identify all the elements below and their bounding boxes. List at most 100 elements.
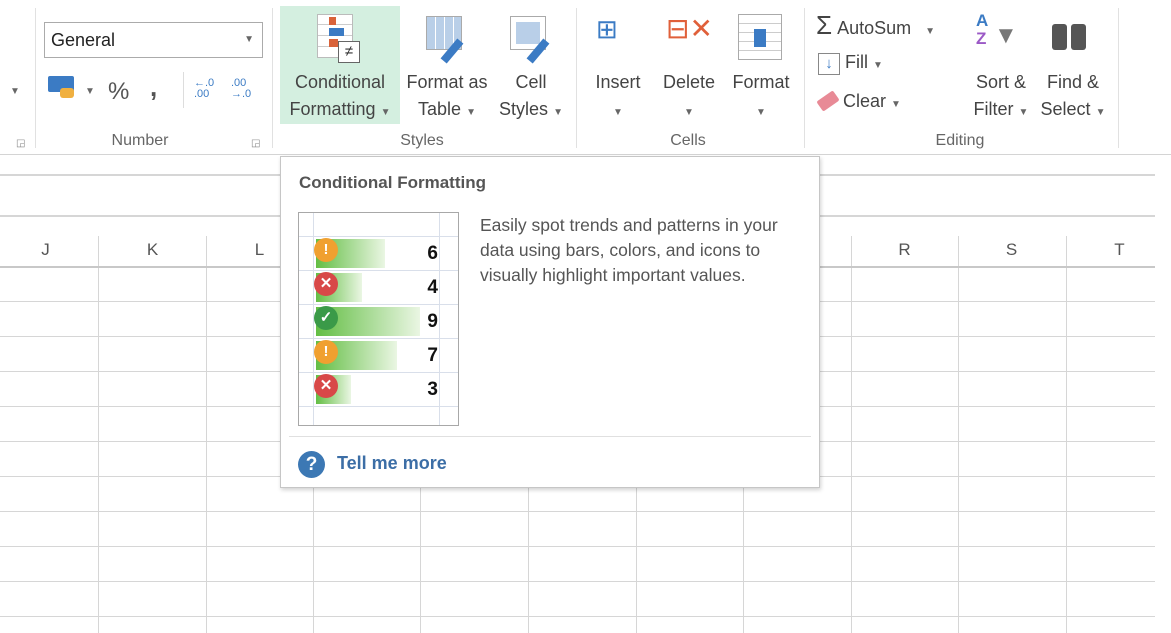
number-format-combo[interactable]: General ▼ bbox=[44, 22, 263, 58]
conditional-formatting-icon: ≠ bbox=[317, 14, 360, 63]
find-select-label: Find & bbox=[1046, 72, 1100, 92]
warning-icon: ! bbox=[314, 238, 338, 262]
insert-cells-icon: ⊞ bbox=[596, 14, 618, 44]
chevron-down-icon: ▼ bbox=[756, 107, 766, 118]
chevron-down-icon: ▼ bbox=[891, 99, 901, 110]
chevron-down-icon: ▼ bbox=[466, 107, 476, 118]
chevron-down-icon: ▼ bbox=[553, 107, 563, 118]
dialog-launcher-icon[interactable]: ◲ bbox=[16, 138, 25, 149]
editing-group-label: Editing bbox=[935, 132, 985, 149]
format-cells-icon bbox=[738, 14, 782, 60]
chevron-down-icon: ▼ bbox=[1095, 107, 1106, 118]
preview-value: 4 bbox=[427, 277, 438, 298]
column-header-k[interactable]: K bbox=[99, 240, 206, 260]
conditional-formatting-button[interactable]: ≠ Conditional Formatting ▼ bbox=[280, 6, 400, 124]
number-format-value: General bbox=[51, 30, 116, 50]
column-header-s[interactable]: S bbox=[958, 240, 1065, 260]
tooltip-title: Conditional Formatting bbox=[299, 173, 486, 192]
fill-button[interactable]: ↓ Fill ▼ bbox=[818, 52, 883, 75]
delete-label: Delete bbox=[662, 72, 716, 92]
autosum-label: AutoSum bbox=[837, 18, 912, 38]
sort-filter-icon: AZ bbox=[976, 11, 989, 48]
check-icon: ✓ bbox=[314, 306, 338, 330]
cells-group-label: Cells bbox=[670, 132, 706, 149]
cell-styles-label: Cell bbox=[515, 72, 547, 92]
format-as-table-label-2: Table bbox=[418, 99, 462, 119]
ribbon: ▼ ◲ General ▼ ▼ % , ←.0 .00 .00 →.0 Numbe… bbox=[0, 0, 1171, 155]
preview-row: ✕ 4 bbox=[299, 270, 458, 304]
format-cells-button[interactable]: Format ▼ bbox=[726, 6, 796, 124]
column-divider bbox=[98, 236, 99, 633]
preview-row: ✕ 3 bbox=[299, 372, 458, 406]
clear-button[interactable]: Clear ▼ bbox=[816, 90, 901, 112]
find-select-label-2: Select bbox=[1040, 99, 1091, 119]
chevron-down-icon: ▼ bbox=[1018, 107, 1029, 118]
fill-down-icon: ↓ bbox=[818, 53, 840, 75]
percent-style-button[interactable]: % bbox=[108, 78, 129, 106]
tooltip-description: Easily spot trends and patterns in your … bbox=[480, 215, 778, 285]
insert-cells-button[interactable]: ⊞ Insert ▼ bbox=[588, 6, 648, 124]
delete-cells-icon: ⊟✕ bbox=[666, 13, 713, 44]
preview-row bbox=[299, 406, 458, 440]
column-divider bbox=[206, 236, 207, 633]
row-divider bbox=[0, 581, 1155, 582]
divider bbox=[289, 436, 811, 437]
delete-cells-button[interactable]: ⊟✕ Delete ▼ bbox=[656, 6, 722, 124]
chevron-down-icon[interactable]: ▼ bbox=[10, 86, 20, 97]
tell-me-more-link[interactable]: Tell me more bbox=[337, 453, 447, 474]
preview-value: 6 bbox=[427, 243, 438, 264]
preview-row: ! 7 bbox=[299, 338, 458, 372]
cell-styles-button[interactable]: Cell Styles ▼ bbox=[494, 6, 568, 124]
help-icon[interactable]: ? bbox=[298, 451, 325, 478]
column-divider bbox=[1066, 236, 1067, 633]
error-icon: ✕ bbox=[314, 272, 338, 296]
sort-filter-button[interactable]: AZ ▼ Sort & Filter ▼ bbox=[968, 6, 1034, 124]
column-header-r[interactable]: R bbox=[851, 240, 958, 260]
preview-row: ✓ 9 bbox=[299, 304, 458, 338]
styles-group-label: Styles bbox=[400, 132, 444, 149]
chevron-down-icon[interactable]: ▼ bbox=[85, 86, 95, 97]
sort-filter-label: Sort & bbox=[975, 72, 1027, 92]
decrease-decimal-button[interactable]: .00 →.0 bbox=[231, 78, 259, 100]
error-icon: ✕ bbox=[314, 374, 338, 398]
increase-decimal-button[interactable]: ←.0 .00 bbox=[194, 78, 222, 100]
preview-value: 9 bbox=[427, 311, 438, 332]
insert-label: Insert bbox=[595, 72, 641, 92]
warning-icon: ! bbox=[314, 340, 338, 364]
clear-label: Clear bbox=[843, 91, 887, 111]
accounting-format-button[interactable] bbox=[48, 76, 78, 100]
column-divider bbox=[851, 236, 852, 633]
preview-image: ! 6 ✕ 4 ✓ 9! 7 ✕ 3 bbox=[298, 212, 459, 426]
binoculars-icon bbox=[1052, 18, 1088, 50]
format-as-table-label: Format as bbox=[406, 72, 488, 92]
find-select-button[interactable]: Find & Select ▼ bbox=[1038, 6, 1108, 124]
row-divider bbox=[0, 616, 1155, 617]
row-divider bbox=[0, 546, 1155, 547]
number-group-label: Number bbox=[111, 132, 169, 149]
format-label: Format bbox=[732, 72, 790, 92]
sigma-icon: Σ bbox=[816, 10, 833, 40]
sort-filter-label-2: Filter bbox=[973, 99, 1014, 119]
chevron-down-icon: ▼ bbox=[380, 107, 391, 118]
conditional-formatting-label-2: Formatting bbox=[289, 99, 376, 119]
chevron-down-icon: ▼ bbox=[684, 107, 694, 118]
eraser-icon bbox=[816, 90, 840, 112]
column-divider bbox=[958, 236, 959, 633]
cell-styles-label-2: Styles bbox=[499, 99, 549, 119]
chevron-down-icon: ▼ bbox=[873, 60, 883, 71]
column-header-j[interactable]: J bbox=[0, 240, 99, 260]
fill-label: Fill bbox=[845, 52, 869, 72]
comma-style-button[interactable]: , bbox=[150, 72, 157, 103]
chevron-down-icon: ▼ bbox=[613, 107, 623, 118]
chevron-down-icon: ▼ bbox=[925, 26, 936, 37]
autosum-button[interactable]: Σ AutoSum ▼ bbox=[816, 10, 936, 40]
preview-value: 3 bbox=[427, 379, 438, 400]
chevron-down-icon: ▼ bbox=[244, 34, 254, 45]
row-divider bbox=[0, 511, 1155, 512]
conditional-formatting-label: Conditional bbox=[294, 72, 386, 92]
format-as-table-button[interactable]: Format as Table ▼ bbox=[402, 6, 492, 124]
dialog-launcher-icon[interactable]: ◲ bbox=[251, 138, 260, 149]
column-header-t[interactable]: T bbox=[1066, 240, 1171, 260]
conditional-formatting-tooltip: Conditional Formatting ! 6 ✕ 4 ✓ 9! 7 ✕ 3 Easily… bbox=[280, 156, 820, 488]
preview-row: ! 6 bbox=[299, 236, 458, 270]
